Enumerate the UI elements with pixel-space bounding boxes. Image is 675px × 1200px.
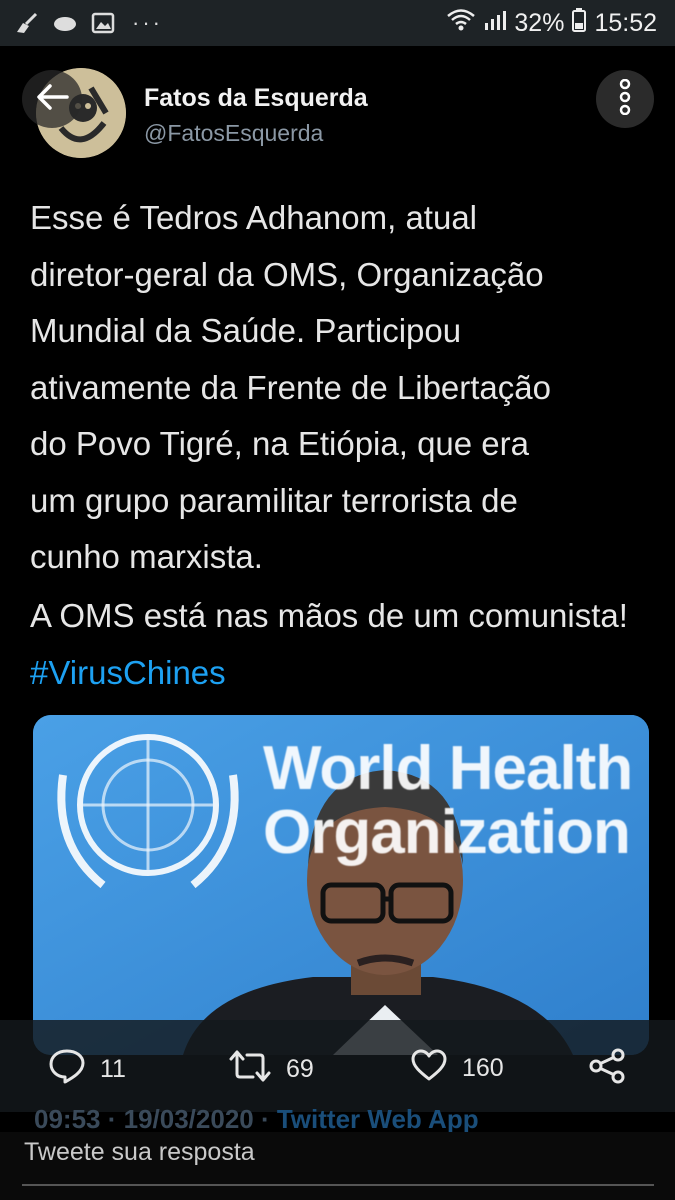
tweet-text-2: A OMS está nas mãos de um comunista! #Vi…	[30, 588, 650, 701]
reply-composer[interactable]: Tweete sua resposta	[0, 1132, 675, 1200]
broom-icon	[14, 12, 40, 34]
author-name[interactable]: Fatos da Esquerda	[144, 84, 368, 113]
tweet-time: 09:53	[34, 1104, 101, 1134]
battery-icon	[572, 7, 587, 39]
status-indicators: 32% 15:52	[446, 7, 657, 39]
tweet-text: Esse é Tedros Adhanom, atual diretor-ger…	[30, 199, 551, 575]
like-count: 160	[462, 1054, 504, 1082]
heart-icon	[410, 1048, 448, 1089]
source-app-link[interactable]: Twitter Web App	[277, 1104, 479, 1134]
like-button[interactable]: 160	[410, 1048, 504, 1089]
wifi-icon	[446, 8, 476, 39]
reply-button[interactable]: 11	[48, 1048, 126, 1091]
banner-line-2: Organization	[263, 798, 631, 867]
retweet-button[interactable]: 69	[228, 1048, 314, 1091]
tweet-date: 19/03/2020	[123, 1104, 254, 1134]
signal-icon	[484, 9, 507, 38]
meta-separator-2: ·	[253, 1104, 277, 1134]
retweet-count: 69	[286, 1055, 314, 1083]
more-notifications-icon: ···	[132, 10, 163, 35]
battery-level: 32%	[514, 8, 565, 37]
hashtag-link[interactable]: #VirusChines	[30, 654, 226, 691]
more-vertical-icon	[618, 78, 632, 120]
retweet-icon	[228, 1048, 272, 1091]
action-bar: 11 69 160	[0, 1020, 675, 1112]
back-button[interactable]	[22, 70, 82, 128]
author-handle[interactable]: @FatosEsquerda	[144, 120, 323, 147]
clock: 15:52	[594, 8, 657, 37]
meta-separator: ·	[100, 1104, 124, 1134]
banner-text: World Health Organization	[263, 734, 633, 867]
share-button[interactable]	[588, 1048, 626, 1091]
reply-icon	[48, 1048, 86, 1091]
reply-underline	[22, 1184, 654, 1186]
reply-count: 11	[100, 1055, 126, 1083]
share-icon	[588, 1048, 626, 1091]
tweet-text-2-body: A OMS está nas mãos de um comunista!	[30, 597, 628, 634]
tweet-image[interactable]: World Health Organization	[33, 715, 649, 1055]
cloud-icon	[52, 12, 78, 34]
notification-icons: ···	[14, 10, 163, 36]
more-options-button[interactable]	[596, 70, 654, 128]
image-icon	[90, 12, 116, 34]
status-bar: ··· 32% 15:52	[0, 0, 675, 46]
arrow-left-icon	[35, 83, 69, 116]
reply-input[interactable]: Tweete sua resposta	[24, 1138, 255, 1167]
tweet-meta: 09:53 · 19/03/2020 · Twitter Web App	[34, 1104, 479, 1135]
banner-line-1: World Health	[263, 734, 633, 803]
